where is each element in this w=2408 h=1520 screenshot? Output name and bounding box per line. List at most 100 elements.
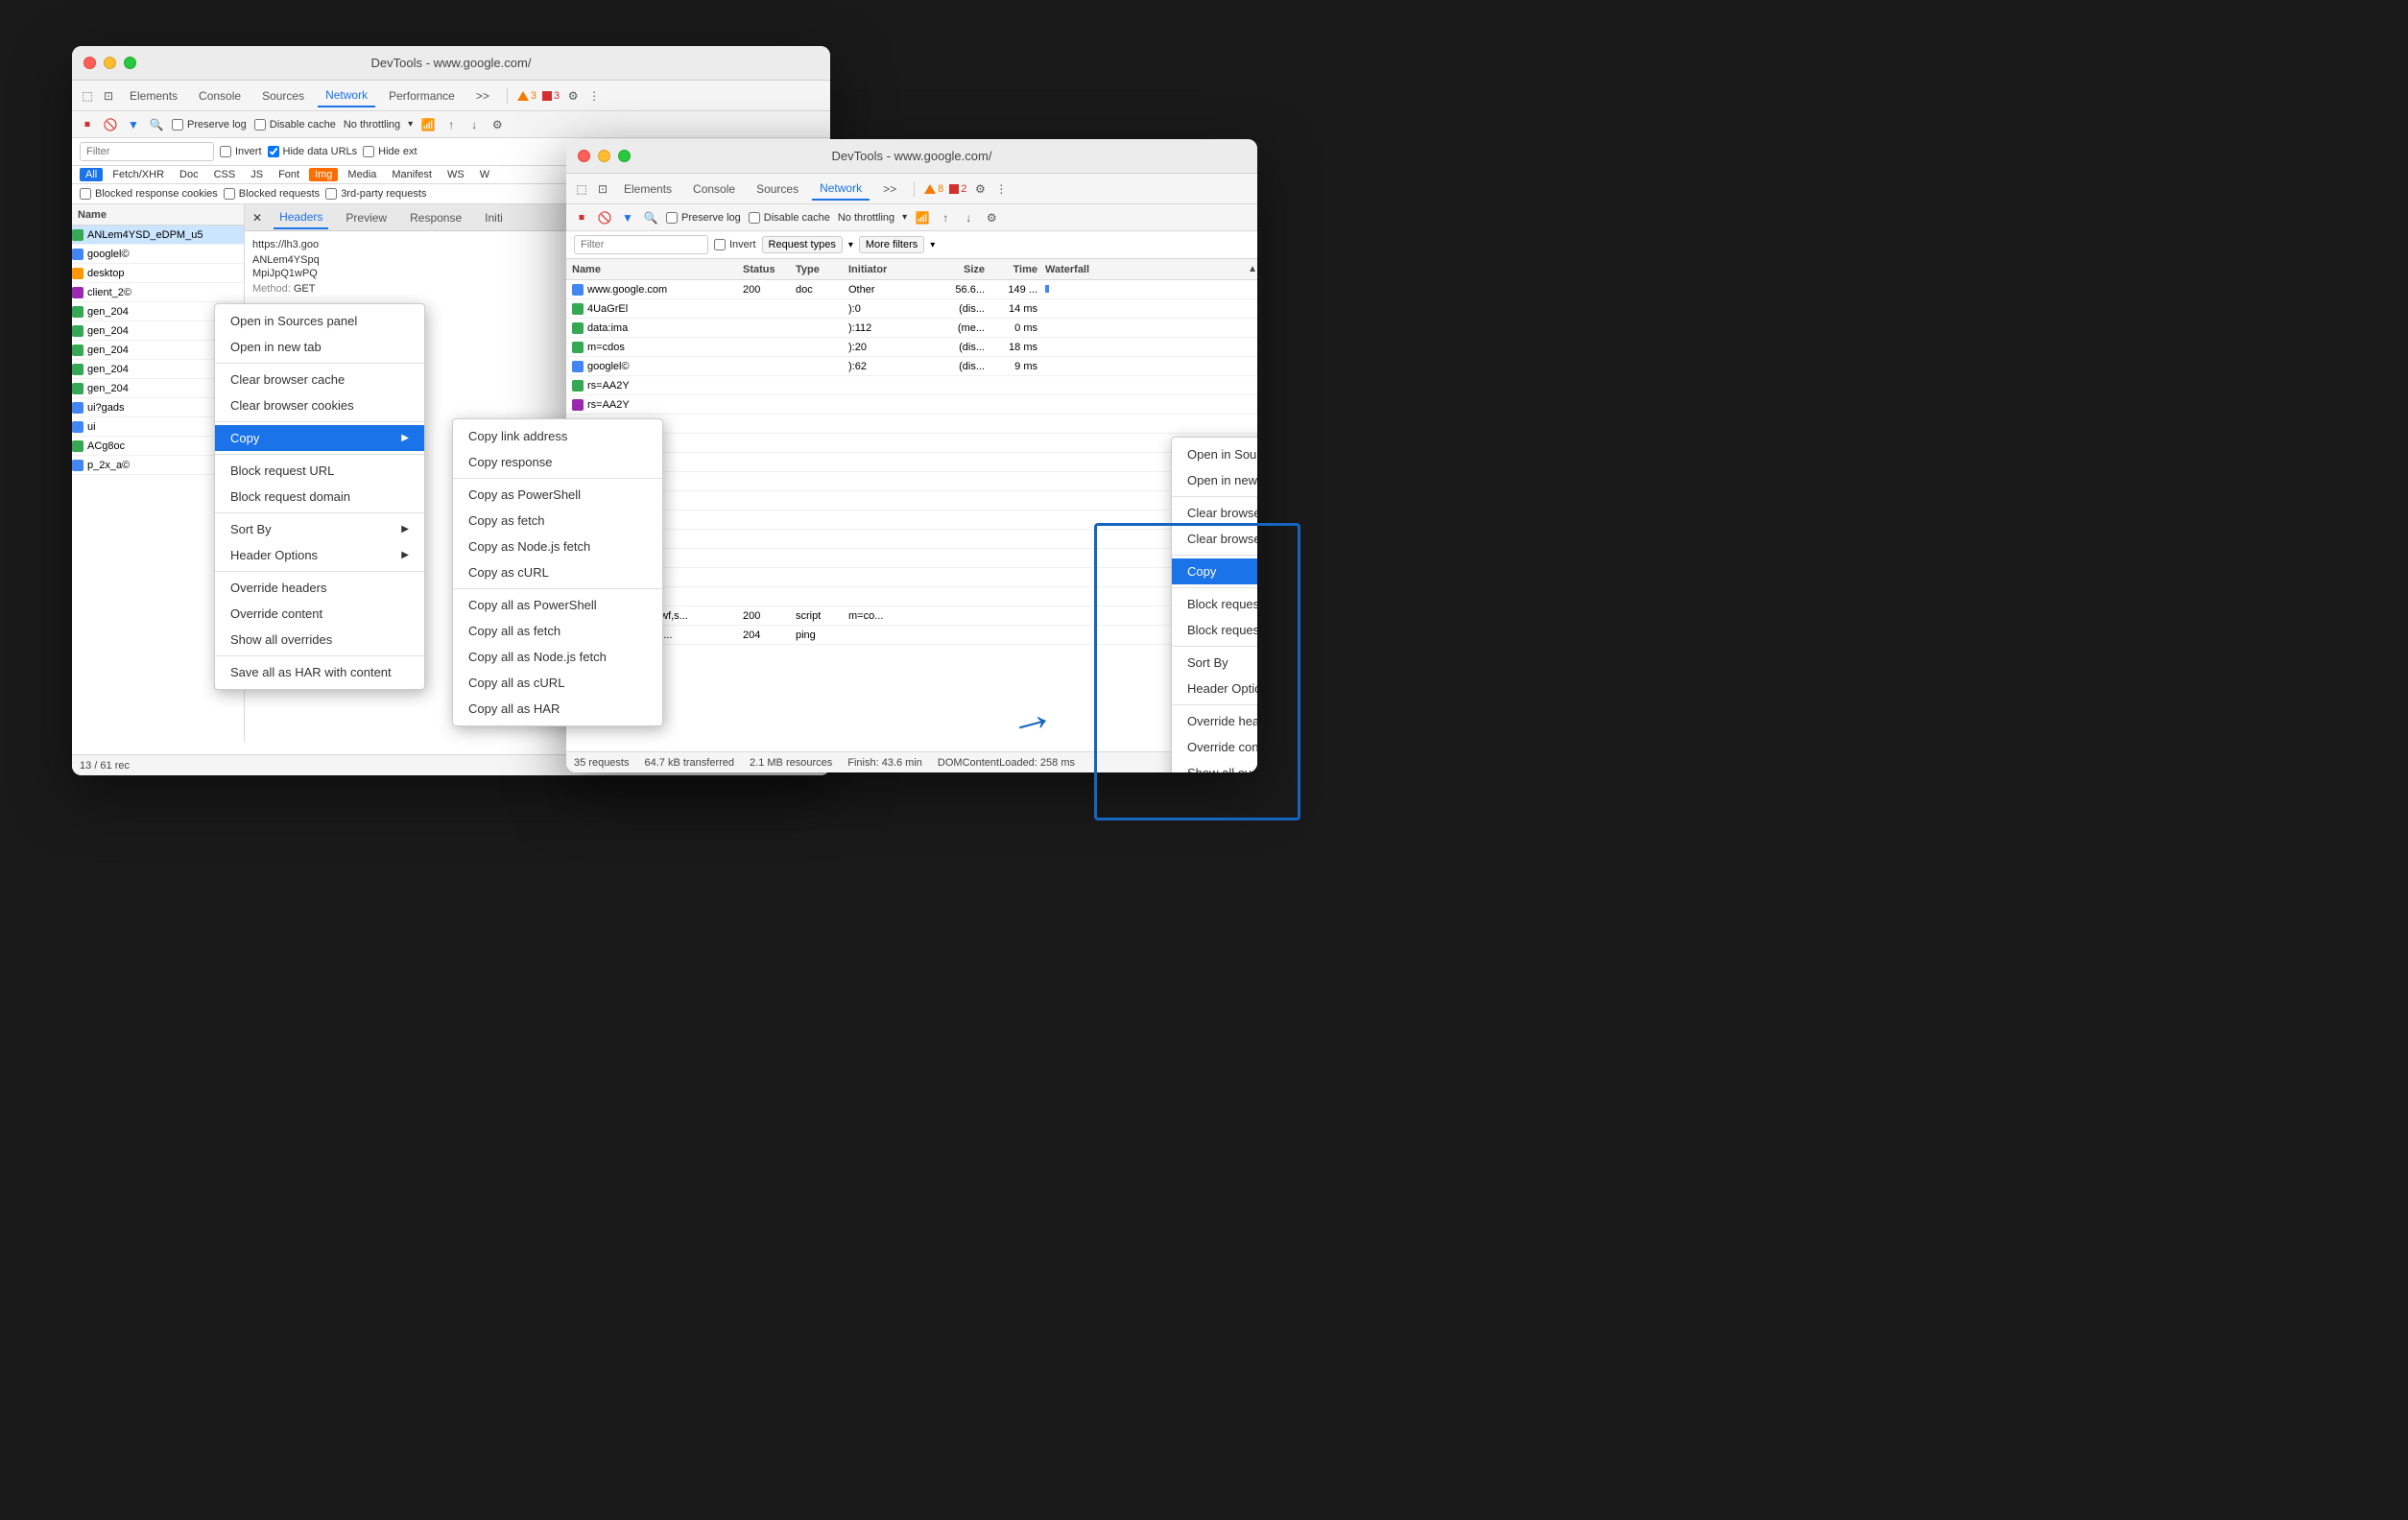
tab-console-back[interactable]: Console <box>191 85 249 107</box>
menu-copy-response-back[interactable]: Copy response <box>453 449 662 475</box>
type-btn-ws-back[interactable]: WS <box>441 168 470 181</box>
col-initiator-header[interactable]: Initiator <box>845 264 931 275</box>
device-icon-front[interactable]: ⊡ <box>595 181 610 197</box>
type-btn-css-back[interactable]: CSS <box>208 168 242 181</box>
request-types-btn-front[interactable]: Request types <box>762 236 843 253</box>
search-icon-front[interactable]: 🔍 <box>643 210 658 226</box>
menu-sort-by-front[interactable]: Sort By <box>1172 650 1257 676</box>
type-btn-js-back[interactable]: JS <box>245 168 269 181</box>
stop-icon-back[interactable]: ⏹ <box>80 117 95 132</box>
hide-data-urls-checkbox-back[interactable] <box>268 146 279 157</box>
tab-more-back[interactable]: >> <box>468 85 497 107</box>
throttling-arrow-icon-front[interactable]: ▾ <box>902 212 907 223</box>
menu-clear-cache-back[interactable]: Clear browser cache <box>215 367 424 392</box>
table-row-13-front[interactable]: search?d <box>566 530 1257 549</box>
col-name-header[interactable]: Name <box>566 264 739 275</box>
table-row-9-front[interactable]: cb=gapi <box>566 453 1257 472</box>
menu-copy-powershell-back[interactable]: Copy as PowerShell <box>453 482 662 508</box>
disable-cache-checkbox-back[interactable] <box>254 119 266 131</box>
panel-close-btn[interactable]: ✕ <box>252 211 262 225</box>
menu-override-headers-back[interactable]: Override headers <box>215 575 424 601</box>
menu-block-domain-back[interactable]: Block request domain <box>215 484 424 510</box>
menu-copy-all-har-back[interactable]: Copy all as HAR <box>453 696 662 722</box>
invert-checkbox-front[interactable] <box>714 239 726 250</box>
menu-show-overrides-front[interactable]: Show all overrides <box>1172 760 1257 772</box>
table-row-14-front[interactable]: m=B2ql <box>566 549 1257 568</box>
panel-tab-preview[interactable]: Preview <box>340 207 393 228</box>
table-row-6-front[interactable]: rs=AA2Y <box>566 395 1257 415</box>
more-icon-back[interactable] <box>586 88 602 104</box>
filter-icon-front[interactable]: ▼ <box>620 210 635 226</box>
settings2-icon-back[interactable] <box>489 117 505 132</box>
settings-icon-back[interactable] <box>565 88 581 104</box>
menu-header-options-back[interactable]: Header Options <box>215 542 424 568</box>
blocked-response-checkbox-back[interactable] <box>80 188 91 200</box>
menu-override-content-front[interactable]: Override content <box>1172 734 1257 760</box>
menu-copy-front[interactable]: Copy <box>1172 558 1257 584</box>
throttling-arrow-icon-back[interactable]: ▾ <box>408 119 413 130</box>
menu-copy-back[interactable]: Copy <box>215 425 424 451</box>
minimize-button-front[interactable] <box>598 150 610 162</box>
tab-network-back[interactable]: Network <box>318 84 375 107</box>
preserve-log-checkbox-back[interactable] <box>172 119 183 131</box>
tab-sources-back[interactable]: Sources <box>254 85 312 107</box>
menu-open-sources-back[interactable]: Open in Sources panel <box>215 308 424 334</box>
maximize-button-back[interactable] <box>124 57 136 69</box>
window-controls-back[interactable] <box>83 57 136 69</box>
window-controls-front[interactable] <box>578 150 631 162</box>
table-row-5-front[interactable]: rs=AA2Y <box>566 376 1257 395</box>
settings2-icon-front[interactable] <box>984 210 999 226</box>
table-row-12-front[interactable]: gen_204 <box>566 511 1257 530</box>
tab-elements-front[interactable]: Elements <box>616 178 679 200</box>
third-party-checkbox-back[interactable] <box>325 188 337 200</box>
menu-block-url-front[interactable]: Block request URL <box>1172 591 1257 617</box>
table-row-17-front[interactable]: m=sy1b7,P10Owf,s... 200 script m=co... <box>566 606 1257 626</box>
more-icon-front[interactable] <box>993 181 1009 197</box>
disable-cache-checkbox-front[interactable] <box>749 212 760 224</box>
more-filters-btn-front[interactable]: More filters <box>859 236 924 253</box>
table-row-8-front[interactable]: gen_204 <box>566 434 1257 453</box>
menu-copy-nodejs-back[interactable]: Copy as Node.js fetch <box>453 534 662 559</box>
clear-icon-front[interactable]: 🚫 <box>597 210 612 226</box>
type-btn-fetch-back[interactable]: Fetch/XHR <box>107 168 170 181</box>
menu-clear-cookies-back[interactable]: Clear browser cookies <box>215 392 424 418</box>
tab-network-front[interactable]: Network <box>812 178 870 201</box>
tab-elements-back[interactable]: Elements <box>122 85 185 107</box>
table-row-18-front[interactable]: gen_204©m_il©... 204 ping <box>566 626 1257 645</box>
panel-tab-headers[interactable]: Headers <box>274 206 328 229</box>
cursor-icon[interactable]: ⬚ <box>80 88 95 104</box>
type-btn-img-back[interactable]: Img <box>309 168 338 181</box>
menu-clear-cookies-front[interactable]: Clear browser cookies <box>1172 526 1257 552</box>
menu-clear-cache-front[interactable]: Clear browser cache <box>1172 500 1257 526</box>
col-waterfall-header[interactable]: Waterfall <box>1041 264 1248 275</box>
col-time-header[interactable]: Time <box>989 264 1041 275</box>
filter-icon-back[interactable]: ▼ <box>126 117 141 132</box>
close-button-back[interactable] <box>83 57 96 69</box>
menu-block-url-back[interactable]: Block request URL <box>215 458 424 484</box>
menu-override-headers-front[interactable]: Override headers <box>1172 708 1257 734</box>
col-size-header[interactable]: Size <box>931 264 989 275</box>
filter-input-back[interactable] <box>80 142 214 161</box>
blocked-requests-checkbox-back[interactable] <box>224 188 235 200</box>
close-button-front[interactable] <box>578 150 590 162</box>
table-row-2-front[interactable]: data:ima ):112 (me... 0 ms <box>566 319 1257 338</box>
table-row-10-front[interactable]: gen_204 <box>566 472 1257 491</box>
menu-block-domain-front[interactable]: Block request domain <box>1172 617 1257 643</box>
filter-input-front[interactable] <box>574 235 708 254</box>
invert-checkbox-back[interactable] <box>220 146 231 157</box>
minimize-button-back[interactable] <box>104 57 116 69</box>
preserve-log-checkbox-front[interactable] <box>666 212 678 224</box>
settings-icon-front[interactable] <box>972 181 988 197</box>
search-icon-back[interactable]: 🔍 <box>149 117 164 132</box>
menu-copy-curl-back[interactable]: Copy as cURL <box>453 559 662 585</box>
menu-save-har-back[interactable]: Save all as HAR with content <box>215 659 424 685</box>
table-row-15-front[interactable]: rs=ACTS <box>566 568 1257 587</box>
menu-copy-all-curl-back[interactable]: Copy all as cURL <box>453 670 662 696</box>
menu-show-overrides-back[interactable]: Show all overrides <box>215 627 424 653</box>
tab-more-front[interactable]: >> <box>875 178 904 200</box>
device-icon[interactable]: ⊡ <box>101 88 116 104</box>
table-row-3-back[interactable]: client_2© <box>72 283 244 302</box>
menu-open-sources-front[interactable]: Open in Sources panel <box>1172 441 1257 467</box>
col-status-header[interactable]: Status <box>739 264 792 275</box>
type-btn-all-back[interactable]: All <box>80 168 103 181</box>
